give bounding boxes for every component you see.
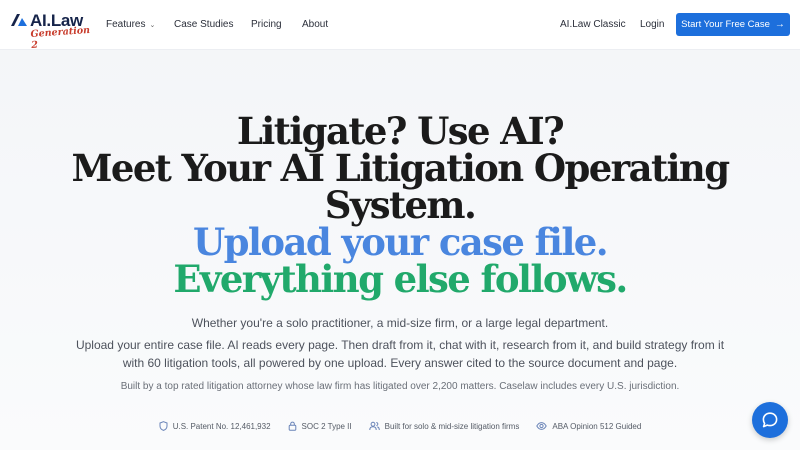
hero-headline-line-5: Everything else follows.: [173, 257, 628, 301]
lock-icon: [288, 421, 296, 431]
nav-item-case-studies[interactable]: Case Studies: [174, 19, 233, 30]
cta-label: Start Your Free Case: [681, 19, 770, 30]
brand-logo[interactable]: AI.Law Generation 2: [10, 10, 90, 51]
hero-description-line-1: Upload your entire case file. AI reads e…: [75, 338, 725, 352]
badge-firms: Built for solo & mid-size litigation fir…: [368, 421, 520, 431]
badge-label: U.S. Patent No. 12,461,932: [172, 421, 271, 431]
nav-classic-link[interactable]: AI.Law Classic: [560, 19, 626, 30]
badge-label: SOC 2 Type II: [301, 421, 352, 431]
chat-launcher-button[interactable]: [752, 402, 788, 438]
hero-headline-line-2: Meet Your AI Litigation Operating: [71, 146, 731, 190]
nav-login-link[interactable]: Login: [640, 19, 664, 30]
chat-bubble-icon: [762, 412, 778, 428]
hero-description-line-2: with 60 litigation tools, all powered by…: [122, 356, 678, 370]
nav-item-pricing[interactable]: Pricing: [251, 19, 282, 30]
trust-badges: U.S. Patent No. 12,461,932 SOC 2 Type II…: [0, 421, 800, 431]
chevron-down-icon: ⌄: [149, 22, 156, 29]
nav-item-about[interactable]: About: [302, 19, 328, 30]
arrow-right-icon: →: [774, 19, 785, 30]
badge-label: Built for solo & mid-size litigation fir…: [384, 421, 520, 431]
hero-credibility: Built by a top rated litigation attorney…: [120, 381, 680, 392]
nav-item-features[interactable]: Features ⌄: [106, 19, 155, 30]
hero-headline-line-4: Upload your case file.: [192, 220, 609, 264]
badge-soc2: SOC 2 Type II: [288, 421, 352, 431]
badge-label: ABA Opinion 512 Guided: [552, 421, 642, 431]
badge-patent: U.S. Patent No. 12,461,932: [159, 421, 271, 431]
hero-headline-line-1: Litigate? Use AI?: [236, 109, 565, 153]
top-nav: AI.Law Generation 2 Features ⌄ Case Studi…: [0, 0, 800, 51]
shield-icon: [159, 421, 168, 431]
hero-subtitle: Whether you're a solo practitioner, a mi…: [191, 316, 609, 330]
badge-aba: ABA Opinion 512 Guided: [536, 421, 641, 431]
brand-tagline: Generation 2: [30, 24, 91, 51]
logo-mark-icon: [11, 14, 27, 26]
users-icon: [368, 421, 380, 431]
hero-headline-line-3: System.: [324, 183, 477, 227]
start-free-case-button[interactable]: Start Your Free Case →: [676, 13, 790, 36]
eye-icon: [536, 422, 548, 430]
nav-item-label: Features: [106, 19, 146, 30]
